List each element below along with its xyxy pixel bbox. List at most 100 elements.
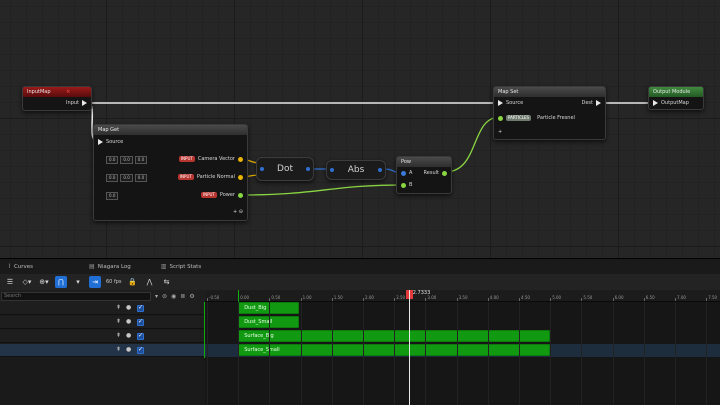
timeline-area[interactable]: -0.50 0.00 0.50 1.00 1.50 2.00 2.50 3.00 3.50 4.0… xyxy=(205,290,720,405)
float-pin-icon[interactable] xyxy=(238,192,243,198)
track-row[interactable]: ⇞ ● xyxy=(0,344,205,357)
ruler-tick-label: -0.50 xyxy=(209,295,220,300)
b-pin-icon[interactable] xyxy=(401,182,406,188)
input-map-node[interactable]: InputMap × Input xyxy=(22,86,92,111)
grid-line xyxy=(456,302,458,405)
list-icon[interactable]: ≣ xyxy=(180,293,185,300)
grid-line xyxy=(675,302,676,405)
solo-icon[interactable]: ● xyxy=(126,332,131,339)
power-pin-row: INPUT Power xyxy=(200,192,243,198)
vector-pin-icon[interactable] xyxy=(238,174,243,180)
abs-node[interactable]: Abs xyxy=(326,160,386,180)
tab-niagara-log[interactable]: ▤ Niagara Log xyxy=(81,259,139,274)
close-icon[interactable]: × xyxy=(66,89,70,95)
enable-checkbox[interactable] xyxy=(137,318,144,326)
curve-editor-icon[interactable]: ⋀ xyxy=(144,276,156,288)
input-pin-label: Input xyxy=(66,100,79,106)
output-module-node[interactable]: Output Module OutputMap xyxy=(648,86,704,110)
vector-pin-icon[interactable] xyxy=(238,156,243,162)
grid-line xyxy=(331,302,333,405)
float-pin-icon[interactable] xyxy=(498,115,503,121)
fps-selector[interactable]: 60 fps xyxy=(106,279,122,285)
ruler-tick xyxy=(675,298,676,301)
x-field[interactable]: 0.0 xyxy=(106,156,119,164)
curves-icon: ⌇ xyxy=(8,262,11,270)
x-field[interactable]: 0.0 xyxy=(106,174,119,182)
pin-icon[interactable]: ⇞ xyxy=(116,318,121,325)
chevron-down-icon[interactable]: ▾ xyxy=(155,293,158,300)
solo-icon[interactable]: ● xyxy=(126,318,131,325)
time-ruler[interactable]: -0.50 0.00 0.50 1.00 1.50 2.00 2.50 3.00 3.50 4.0… xyxy=(205,290,720,302)
key-options-icon[interactable]: ◇▾ xyxy=(21,276,33,288)
pin-icon[interactable]: ⇞ xyxy=(116,346,121,353)
snap-options-icon[interactable]: ▾ xyxy=(72,276,84,288)
add-pin-button[interactable]: + xyxy=(498,129,502,135)
loop-icon[interactable]: ⇆ xyxy=(161,276,173,288)
ruler-tick-label: 7.00 xyxy=(677,295,686,300)
exec-pin-icon[interactable] xyxy=(653,100,658,106)
map-get-node[interactable]: Map Get Source 0.0 0.0 0.0 INPUT Camera … xyxy=(93,124,248,221)
camera-vector-label: Camera Vector xyxy=(197,156,235,162)
map-set-node[interactable]: Map Set Source Dest PARTICLES Particle F… xyxy=(493,86,606,140)
exec-pin-icon[interactable] xyxy=(82,100,87,106)
tab-curves[interactable]: ⌇ Curves xyxy=(0,259,41,274)
particle-normal-label: Particle Normal xyxy=(196,174,235,180)
ruler-tick-label: 0.00 xyxy=(240,295,250,300)
dot-output-pin-icon[interactable] xyxy=(306,167,310,171)
grid-line xyxy=(550,302,552,405)
pin-icon[interactable]: ⇞ xyxy=(116,332,121,339)
filter-icon[interactable]: ⊜ xyxy=(162,293,167,300)
solo-icon[interactable]: ● xyxy=(126,346,131,353)
dot-input-pin-icon[interactable] xyxy=(260,167,264,171)
result-pin-icon[interactable] xyxy=(442,170,447,176)
grid-line xyxy=(519,302,520,405)
pin-icon[interactable]: ⇞ xyxy=(116,304,121,311)
y-field[interactable]: 0.0 xyxy=(120,156,133,164)
exec-pin-icon[interactable] xyxy=(98,139,103,145)
enable-checkbox[interactable] xyxy=(137,332,144,340)
view-icon[interactable]: ◉ xyxy=(171,293,176,300)
settings-icon[interactable]: ⚙ xyxy=(189,293,194,300)
camera-vector-values: 0.0 0.0 0.0 xyxy=(106,156,149,164)
ruler-tick-label: 2.00 xyxy=(365,295,374,300)
add-track-icon[interactable]: ☰ xyxy=(4,276,16,288)
ruler-tick xyxy=(300,298,302,301)
particles-tag: PARTICLES xyxy=(506,115,532,121)
snap-settings-icon[interactable]: ⊕▾ xyxy=(38,276,50,288)
node-graph-canvas[interactable]: InputMap × Input Map Get Source 0.0 0.0 … xyxy=(0,0,720,258)
log-icon: ▤ xyxy=(89,262,95,270)
ruler-tick xyxy=(581,298,583,301)
z-field[interactable]: 0.0 xyxy=(134,174,148,182)
a-pin-icon[interactable] xyxy=(401,170,406,176)
map-set-header: Map Set xyxy=(494,87,605,97)
abs-output-pin-icon[interactable] xyxy=(378,168,382,172)
lock-icon[interactable]: 🔒 xyxy=(127,276,139,288)
magnet-icon[interactable]: ⋂ xyxy=(55,276,67,288)
track-row[interactable]: ⇞ ● xyxy=(0,302,205,315)
exec-pin-icon[interactable] xyxy=(596,100,601,106)
solo-icon[interactable]: ● xyxy=(126,304,131,311)
dot-node[interactable]: Dot xyxy=(256,157,314,181)
enable-checkbox[interactable] xyxy=(137,304,144,312)
enable-checkbox[interactable] xyxy=(137,346,144,354)
abs-input-pin-icon[interactable] xyxy=(330,168,334,172)
track-row[interactable]: ⇞ ● xyxy=(0,316,205,329)
search-input[interactable] xyxy=(1,291,151,301)
add-pin-button[interactable]: + ⊖ xyxy=(233,209,243,215)
pow-node[interactable]: Pow A B Result xyxy=(396,156,452,194)
frame-snap-icon[interactable]: ⇥ xyxy=(89,276,101,288)
wire-power-to-pow xyxy=(239,184,403,196)
track-row[interactable]: ⇞ ● xyxy=(0,330,205,343)
dest-label: Dest xyxy=(581,100,594,106)
playhead-line[interactable] xyxy=(408,290,410,405)
tab-script-stats[interactable]: ▥ Script Stats xyxy=(153,259,209,274)
pow-result-row: Result xyxy=(424,170,447,176)
y-field[interactable]: 0.0 xyxy=(120,174,133,182)
exec-pin-icon[interactable] xyxy=(498,100,503,106)
input-map-title: InputMap xyxy=(27,89,51,95)
particle-normal-pin-row: INPUT Particle Normal xyxy=(177,174,243,180)
z-field[interactable]: 0.0 xyxy=(134,156,148,164)
ruler-tick xyxy=(269,298,271,301)
ruler-tick xyxy=(331,298,333,301)
power-field[interactable]: 0.0 xyxy=(106,192,119,200)
